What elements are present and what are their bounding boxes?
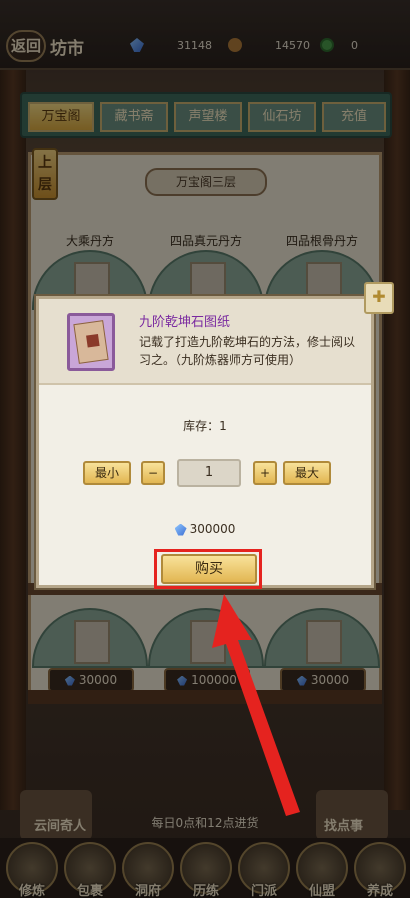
annotation-arrow [212,594,300,816]
